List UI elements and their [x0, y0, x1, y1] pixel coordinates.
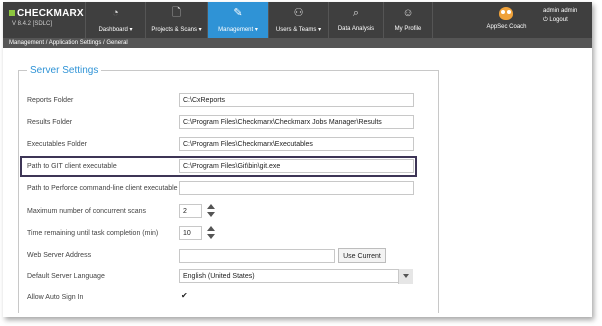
nav-dashboard-label: Dashboard	[98, 27, 128, 33]
logout-label: Logout	[549, 17, 568, 23]
executables-folder-label: Executables Folder	[27, 141, 87, 148]
breadcrumb: Management / Application Settings / Gene…	[3, 38, 592, 48]
projects-scans-icon: 🗋	[172, 7, 181, 19]
checkmarx-logo[interactable]: CHECKMARX	[9, 8, 84, 19]
nav-users-teams-label: Users & Teams	[275, 27, 317, 33]
time-remaining-increment[interactable]	[207, 226, 215, 231]
user-name: admin admin	[543, 8, 578, 14]
app-window: CHECKMARX V 8.4.2 [SDLC] ◔ Dashboard ▾ 🗋…	[3, 2, 592, 317]
max-scans-input[interactable]: 2	[179, 204, 202, 218]
auto-sign-in-label: Allow Auto Sign In	[27, 294, 84, 301]
time-remaining-decrement[interactable]	[207, 234, 215, 239]
owl-icon	[499, 7, 513, 20]
logo-text: CHECKMARX	[17, 8, 84, 19]
users-icon: ⚇	[293, 7, 304, 19]
perforce-path-input[interactable]	[179, 181, 414, 195]
nav-data-analysis[interactable]: ⌕ Data Analysis	[328, 2, 383, 38]
max-scans-label: Maximum number of concurrent scans	[27, 208, 147, 215]
reports-folder-label: Reports Folder	[27, 97, 74, 104]
dashboard-gauge-icon: ◔	[112, 7, 119, 19]
user-menu: admin admin ⏻ Logout	[543, 8, 577, 24]
appsec-coach[interactable]: AppSec Coach	[479, 2, 534, 38]
web-server-input[interactable]	[179, 249, 335, 263]
nav-data-analysis-label: Data Analysis	[337, 26, 375, 32]
wrench-icon: ✎	[233, 7, 243, 19]
git-path-label: Path to GIT client executable	[27, 163, 117, 170]
nav-users-teams[interactable]: ⚇ Users & Teams ▾	[268, 2, 328, 38]
language-select[interactable]: English (United States)	[179, 269, 413, 283]
reports-folder-input[interactable]: C:\CxReports	[179, 93, 414, 107]
web-server-label: Web Server Address	[27, 252, 92, 259]
language-label: Default Server Language	[27, 273, 105, 280]
nav-projects-scans-label: Projects & Scans	[151, 27, 197, 33]
time-remaining-label: Time remaining until task completion (mi…	[27, 230, 159, 237]
results-folder-input[interactable]: C:\Program Files\Checkmarx\Checkmarx Job…	[179, 115, 414, 129]
chevron-down-icon[interactable]	[398, 269, 413, 284]
power-icon: ⏻	[543, 17, 548, 23]
nav-my-profile[interactable]: ☺ My Profile	[383, 2, 433, 38]
appsec-coach-label: AppSec Coach	[486, 24, 527, 30]
max-scans-increment[interactable]	[207, 204, 215, 209]
nav-management-label: Management	[218, 27, 254, 33]
time-remaining-input[interactable]: 10	[179, 226, 202, 240]
version-label: V 8.4.2 [SDLC]	[12, 21, 53, 27]
nav-projects-scans[interactable]: 🗋 Projects & Scans ▾	[145, 2, 207, 38]
logout-link[interactable]: ⏻ Logout	[543, 17, 577, 24]
max-scans-decrement[interactable]	[207, 212, 215, 217]
logo-mark-icon	[9, 10, 15, 16]
results-folder-label: Results Folder	[27, 119, 73, 126]
top-navigation-bar: CHECKMARX V 8.4.2 [SDLC] ◔ Dashboard ▾ 🗋…	[3, 2, 592, 38]
auto-sign-in-checkbox[interactable]: ✔	[181, 292, 189, 300]
profile-icon: ☺	[402, 7, 414, 19]
perforce-path-label: Path to Perforce command-line client exe…	[27, 185, 178, 192]
nav-my-profile-label: My Profile	[394, 26, 422, 32]
nav-management[interactable]: ✎ Management ▾	[207, 2, 268, 38]
section-title: Server Settings	[27, 64, 102, 78]
use-current-button[interactable]: Use Current	[338, 248, 386, 263]
executables-folder-input[interactable]: C:\Program Files\Checkmarx\Executables	[179, 137, 414, 151]
magnifier-icon: ⌕	[352, 7, 360, 19]
nav-dashboard[interactable]: ◔ Dashboard ▾	[85, 2, 145, 38]
git-path-input[interactable]: C:\Program Files\Git\bin\git.exe	[179, 159, 414, 173]
